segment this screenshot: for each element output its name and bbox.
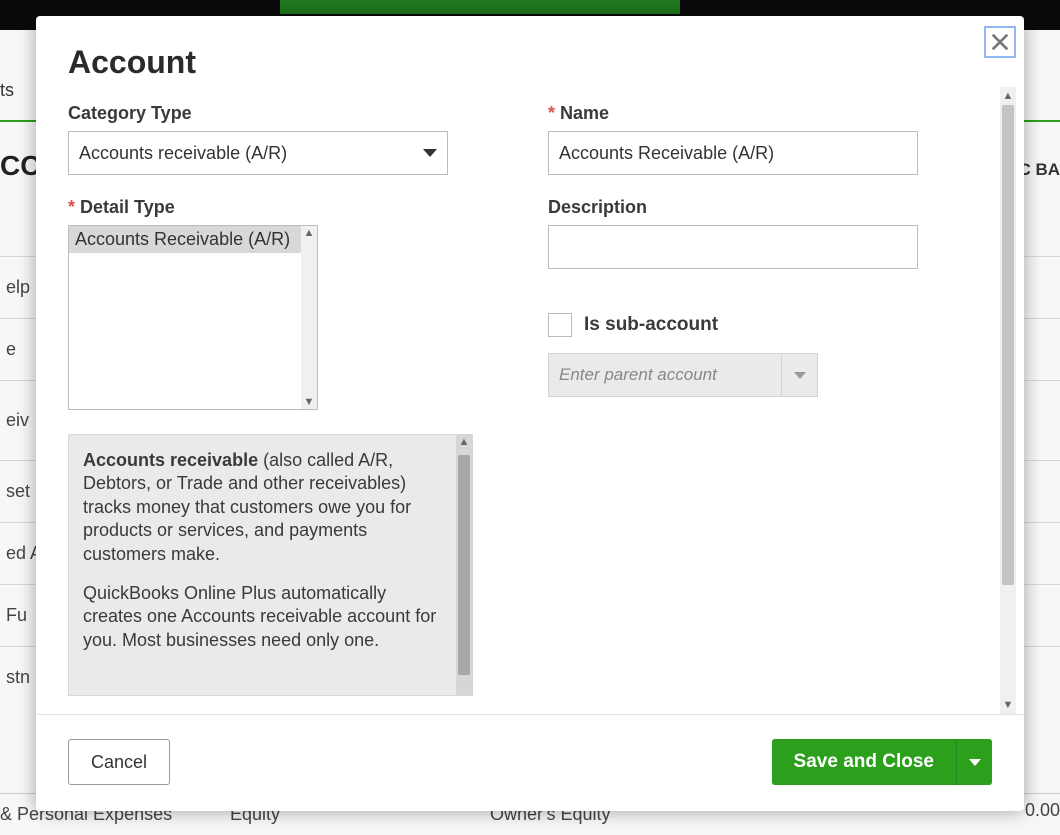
category-type-select[interactable]: Accounts receivable (A/R) <box>68 131 448 175</box>
parent-account-placeholder: Enter parent account <box>549 354 781 396</box>
name-field: Name <box>548 103 958 175</box>
scrollbar-thumb[interactable] <box>458 455 470 675</box>
name-input[interactable] <box>548 131 918 175</box>
bg-heading: CC <box>0 150 40 182</box>
dialog-scrollbar[interactable]: ▲ ▼ <box>1000 87 1016 714</box>
chevron-down-icon <box>423 149 437 157</box>
category-type-value: Accounts receivable (A/R) <box>79 143 287 164</box>
chevron-down-icon <box>969 759 981 766</box>
detail-type-field: Detail Type Accounts Receivable (A/R) ▲ … <box>68 197 488 410</box>
info-scrollbar[interactable]: ▲ <box>456 435 472 695</box>
scroll-down-icon[interactable]: ▼ <box>1003 698 1014 712</box>
info-content: Accounts receivable (also called A/R, De… <box>69 435 456 695</box>
scroll-up-icon[interactable]: ▲ <box>456 435 472 449</box>
parent-account-select[interactable]: Enter parent account <box>548 353 818 397</box>
name-label: Name <box>548 103 958 124</box>
detail-type-option[interactable]: Accounts Receivable (A/R) <box>69 226 301 253</box>
parent-account-dropdown-button[interactable] <box>781 354 817 396</box>
bg-amount: 0.00 <box>1025 800 1060 821</box>
sub-account-row: Is sub-account <box>548 313 958 337</box>
bg-topbar-accent <box>280 0 680 14</box>
cancel-button[interactable]: Cancel <box>68 739 170 785</box>
description-label: Description <box>548 197 958 218</box>
account-dialog: Account Category Type Accounts receivabl… <box>36 16 1024 811</box>
bg-tab-text: ts <box>0 80 14 101</box>
sub-account-checkbox[interactable] <box>548 313 572 337</box>
dialog-header: Account <box>36 16 1024 87</box>
save-dropdown-button[interactable] <box>956 739 992 785</box>
save-and-close-button[interactable]: Save and Close <box>772 739 956 785</box>
info-bold: Accounts receivable <box>83 450 258 470</box>
dialog-title: Account <box>68 44 992 81</box>
sub-account-label: Is sub-account <box>584 314 718 336</box>
chevron-down-icon <box>794 372 806 379</box>
scroll-down-icon[interactable]: ▼ <box>304 395 315 409</box>
info-paragraph-1: Accounts receivable (also called A/R, De… <box>83 449 446 566</box>
listbox-scrollbar[interactable]: ▲ ▼ <box>301 226 317 409</box>
category-type-label: Category Type <box>68 103 488 124</box>
bg-header-right: C BA <box>1018 160 1060 180</box>
dialog-body-content: Category Type Accounts receivable (A/R) … <box>68 103 992 714</box>
scrollbar-thumb[interactable] <box>1002 105 1014 585</box>
close-icon <box>989 31 1011 53</box>
save-button-group: Save and Close <box>772 739 992 785</box>
close-button[interactable] <box>984 26 1016 58</box>
dialog-body: Category Type Accounts receivable (A/R) … <box>36 87 1024 714</box>
description-field: Description <box>548 197 958 269</box>
detail-type-listbox[interactable]: Accounts Receivable (A/R) ▲ ▼ <box>68 225 318 410</box>
category-type-field: Category Type Accounts receivable (A/R) <box>68 103 488 175</box>
info-paragraph-2: QuickBooks Online Plus automatically cre… <box>83 582 446 652</box>
scroll-up-icon[interactable]: ▲ <box>1003 89 1014 103</box>
dialog-footer: Cancel Save and Close <box>36 714 1024 811</box>
right-column: Name Description Is sub-account Enter pa… <box>548 103 958 706</box>
left-column: Category Type Accounts receivable (A/R) … <box>68 103 488 706</box>
scroll-up-icon[interactable]: ▲ <box>304 226 315 240</box>
description-input[interactable] <box>548 225 918 269</box>
detail-type-info: Accounts receivable (also called A/R, De… <box>68 434 473 696</box>
detail-type-label: Detail Type <box>68 197 488 218</box>
